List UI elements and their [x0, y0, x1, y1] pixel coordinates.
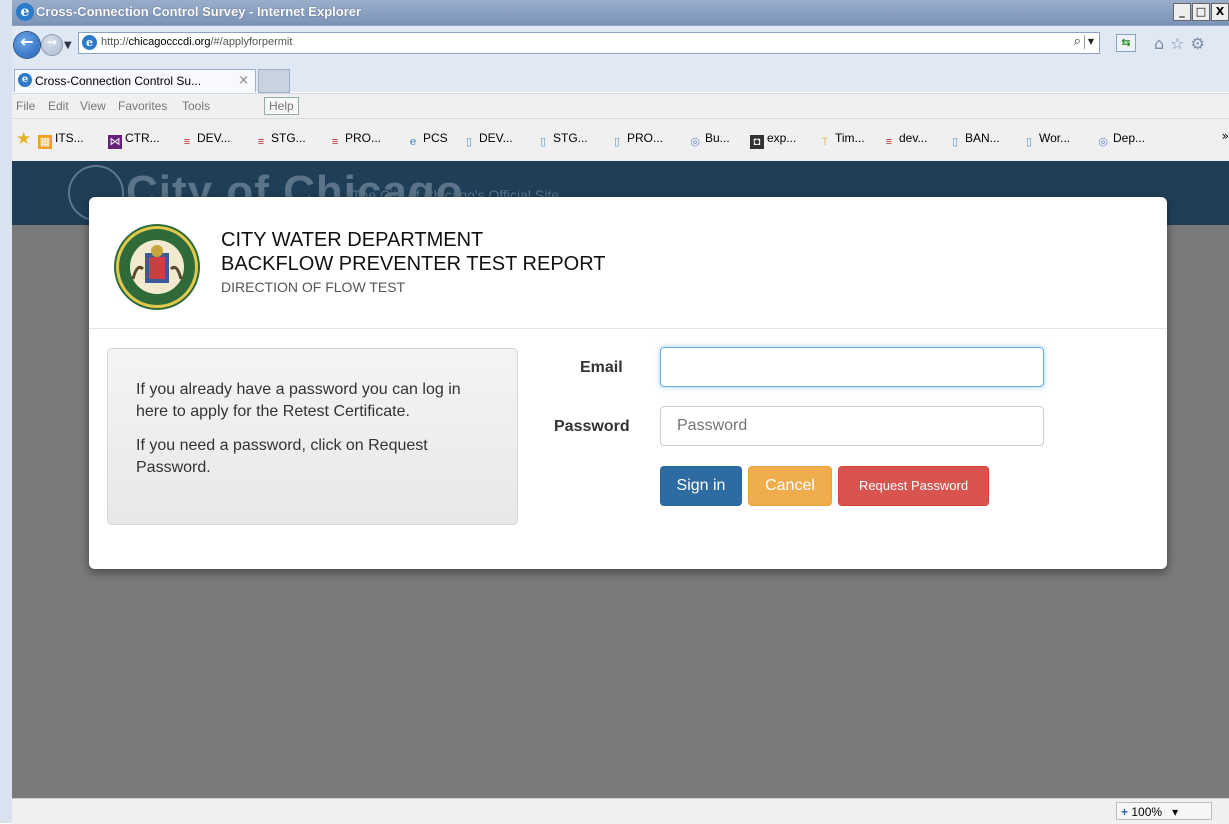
- menu-bar: File Edit View Favorites Tools Help: [12, 93, 1229, 118]
- favorite-link[interactable]: ◎ Bu...: [688, 131, 730, 149]
- bookmark-icon: ◎: [1098, 136, 1108, 148]
- dialog-title-line2: BACKFLOW PREVENTER TEST REPORT: [221, 253, 606, 275]
- password-label: Password: [554, 418, 630, 435]
- zoom-control[interactable]: + 100% ▾: [1116, 802, 1212, 820]
- request-password-button[interactable]: Request Password: [838, 466, 989, 506]
- window-title: Cross-Connection Control Survey - Intern…: [36, 4, 362, 19]
- cancel-button[interactable]: Cancel: [748, 466, 832, 506]
- tab-active[interactable]: e Cross-Connection Control Su... ×: [14, 69, 256, 92]
- minimize-button[interactable]: _: [1173, 3, 1191, 21]
- navigation-bar: ← → ▼ e http://chicagocccdi.org/#/applyf…: [12, 26, 1229, 66]
- zoom-level: 100%: [1131, 805, 1163, 819]
- bookmark-icon: ▯: [951, 136, 959, 148]
- compatibility-view-icon[interactable]: ⇆: [1116, 34, 1136, 52]
- favorite-link[interactable]: ▯ PRO...: [610, 131, 663, 149]
- sign-in-button[interactable]: Sign in: [660, 466, 742, 506]
- address-url[interactable]: http://chicagocccdi.org/#/applyforpermit: [101, 36, 292, 48]
- close-window-button[interactable]: X: [1211, 3, 1229, 21]
- favorite-link[interactable]: e PCS: [406, 131, 448, 149]
- favorite-link[interactable]: ▯ STG...: [536, 131, 588, 149]
- tab-label: Cross-Connection Control Su...: [35, 74, 202, 88]
- tab-favicon-icon: e: [18, 73, 32, 87]
- favorite-link[interactable]: ≡ dev...: [882, 131, 928, 149]
- password-field[interactable]: [660, 406, 1044, 446]
- bookmark-icon: ▦: [38, 135, 52, 149]
- menu-help[interactable]: Help: [264, 97, 299, 115]
- favorite-link[interactable]: ⋈ CTR...: [108, 131, 160, 149]
- gear-icon[interactable]: ⚙: [1191, 34, 1211, 53]
- menu-file[interactable]: File: [16, 99, 35, 113]
- zoom-icon: +: [1121, 805, 1129, 819]
- bookmark-icon: ≡: [331, 136, 339, 148]
- favorites-bar: ★ ▦ ITS... ⋈ CTR... ≡ DEV... ≡ STG... ≡ PRO..…: [12, 118, 1229, 161]
- menu-edit[interactable]: Edit: [48, 99, 69, 113]
- bookmark-icon: ◎: [690, 136, 700, 148]
- favorite-link[interactable]: ≡ STG...: [254, 131, 306, 149]
- menu-favorites[interactable]: Favorites: [118, 99, 167, 113]
- info-text-request: If you need a password, click on Request…: [136, 437, 428, 476]
- dialog-header: CITY WATER DEPARTMENT BACKFLOW PREVENTER…: [89, 197, 1167, 329]
- email-field[interactable]: [660, 347, 1044, 387]
- bookmark-icon: ≡: [183, 136, 191, 148]
- menu-view[interactable]: View: [80, 99, 106, 113]
- favorites-overflow-icon[interactable]: »: [1222, 129, 1229, 143]
- search-icon[interactable]: ⌕: [1074, 34, 1081, 49]
- tab-row: e Cross-Connection Control Su... ×: [12, 66, 1229, 93]
- close-tab-icon[interactable]: ×: [238, 73, 249, 88]
- menu-tools[interactable]: Tools: [182, 99, 210, 113]
- favorite-link[interactable]: ◎ Dep...: [1096, 131, 1145, 149]
- dialog-subtitle: DIRECTION OF FLOW TEST: [221, 279, 406, 295]
- bookmark-icon: ≡: [885, 136, 893, 148]
- favorite-link[interactable]: ▯ Wor...: [1022, 131, 1070, 149]
- bookmark-icon: ▯: [613, 136, 621, 148]
- address-dropdown-icon[interactable]: ▼: [1084, 35, 1097, 49]
- desktop-edge: [0, 0, 12, 823]
- maximize-button[interactable]: □: [1192, 3, 1210, 21]
- favorite-link[interactable]: ≡ DEV...: [180, 131, 231, 149]
- page-content: City of Chicago The City of Chicago's Of…: [12, 161, 1229, 798]
- bookmark-icon: T: [821, 136, 829, 148]
- ie-logo-icon: e: [16, 3, 34, 21]
- favorite-link[interactable]: ▯ BAN...: [948, 131, 1000, 149]
- browser-window: e Cross-Connection Control Survey - Inte…: [12, 0, 1229, 824]
- favorite-link[interactable]: T Tim...: [818, 131, 865, 149]
- history-dropdown-icon[interactable]: ▼: [64, 40, 72, 51]
- page-favicon-icon: e: [82, 35, 97, 50]
- favorite-link[interactable]: ▯ DEV...: [462, 131, 513, 149]
- info-panel: If you already have a password you can l…: [107, 348, 518, 525]
- zoom-dropdown-icon[interactable]: ▾: [1172, 805, 1178, 819]
- status-bar: + 100% ▾: [12, 798, 1229, 824]
- home-icon[interactable]: ⌂: [1154, 34, 1170, 53]
- bookmark-icon: ≡: [257, 136, 265, 148]
- favorite-link[interactable]: ▦ ITS...: [38, 131, 84, 149]
- city-seal-icon: [114, 224, 200, 310]
- favorite-link[interactable]: ≡ PRO...: [328, 131, 381, 149]
- toolbar-icons: ⌂☆⚙: [1154, 34, 1211, 53]
- bookmark-icon: ▯: [465, 136, 473, 148]
- bookmark-icon: ▯: [1025, 136, 1033, 148]
- login-dialog: CITY WATER DEPARTMENT BACKFLOW PREVENTER…: [89, 197, 1167, 569]
- window-controls: _ □ X: [1173, 3, 1229, 21]
- forward-button[interactable]: →: [42, 35, 62, 55]
- bookmark-icon: ▯: [539, 136, 547, 148]
- favorites-star-icon[interactable]: ☆: [1170, 34, 1190, 53]
- email-label: Email: [580, 359, 623, 376]
- address-bar[interactable]: e http://chicagocccdi.org/#/applyforperm…: [78, 32, 1100, 54]
- title-bar: e Cross-Connection Control Survey - Inte…: [12, 0, 1229, 26]
- dialog-title-line1: CITY WATER DEPARTMENT: [221, 229, 484, 251]
- new-tab-button[interactable]: [258, 69, 290, 93]
- bookmark-icon: e: [409, 135, 417, 148]
- bookmark-icon: ⋈: [108, 135, 122, 149]
- info-text-login: If you already have a password you can l…: [136, 381, 461, 420]
- favorite-link[interactable]: ◘ exp...: [750, 131, 796, 149]
- favorites-star-icon[interactable]: ★: [16, 129, 31, 149]
- back-button[interactable]: ←: [14, 32, 40, 58]
- bookmark-icon: ◘: [750, 135, 764, 149]
